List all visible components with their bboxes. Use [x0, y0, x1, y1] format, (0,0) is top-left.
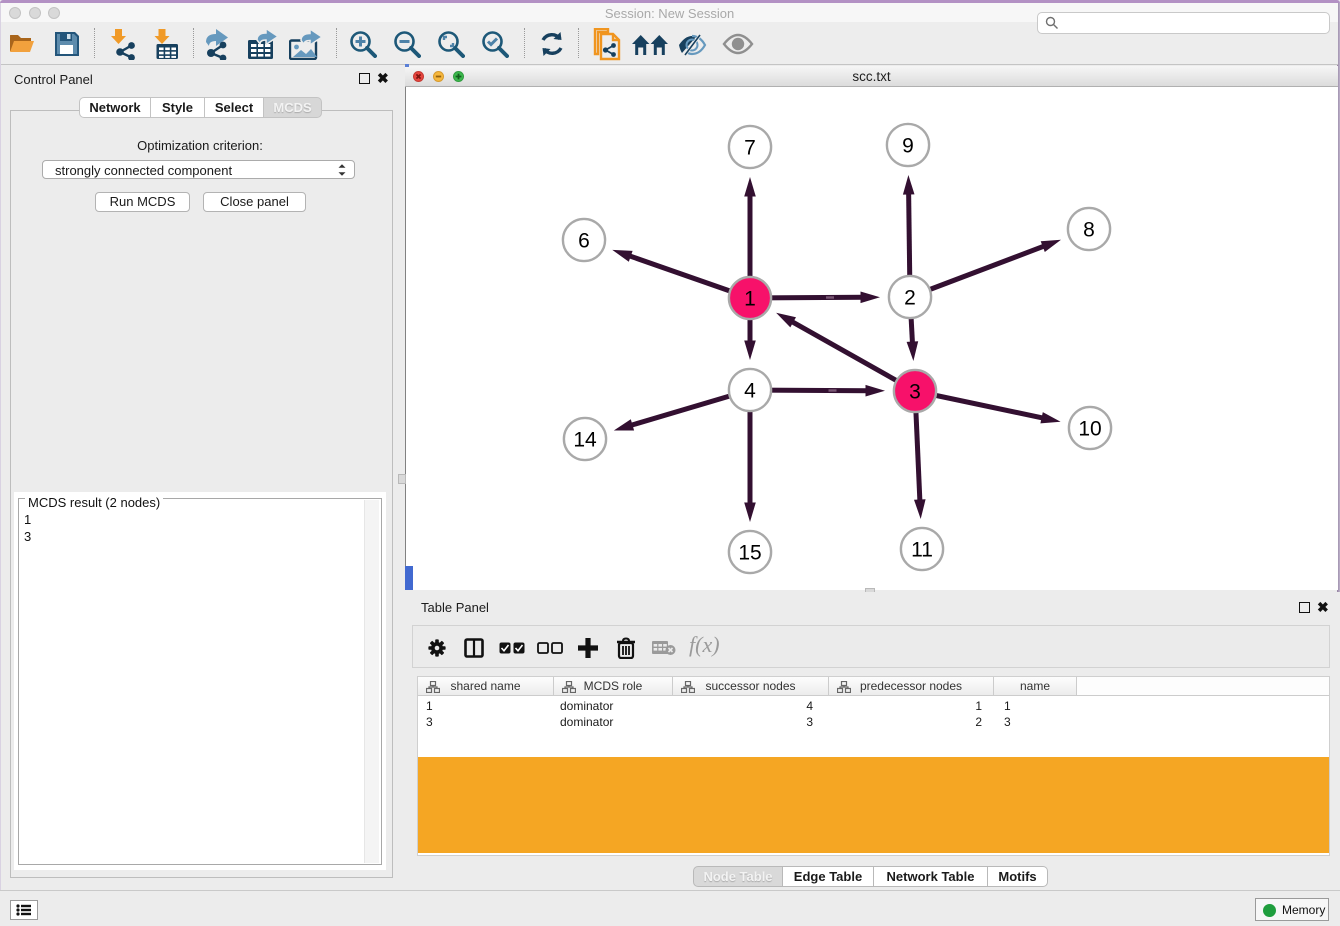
- svg-text:9: 9: [902, 135, 914, 158]
- svg-text:6: 6: [578, 230, 590, 253]
- svg-text:1: 1: [744, 288, 756, 311]
- svg-text:15: 15: [738, 542, 761, 565]
- svg-text:2: 2: [904, 287, 916, 310]
- svg-text:7: 7: [744, 137, 756, 160]
- svg-text:8: 8: [1083, 219, 1095, 242]
- svg-text:14: 14: [573, 429, 597, 452]
- svg-text:11: 11: [911, 539, 933, 562]
- svg-text:3: 3: [909, 381, 921, 404]
- svg-text:4: 4: [744, 380, 756, 403]
- svg-text:10: 10: [1078, 418, 1101, 441]
